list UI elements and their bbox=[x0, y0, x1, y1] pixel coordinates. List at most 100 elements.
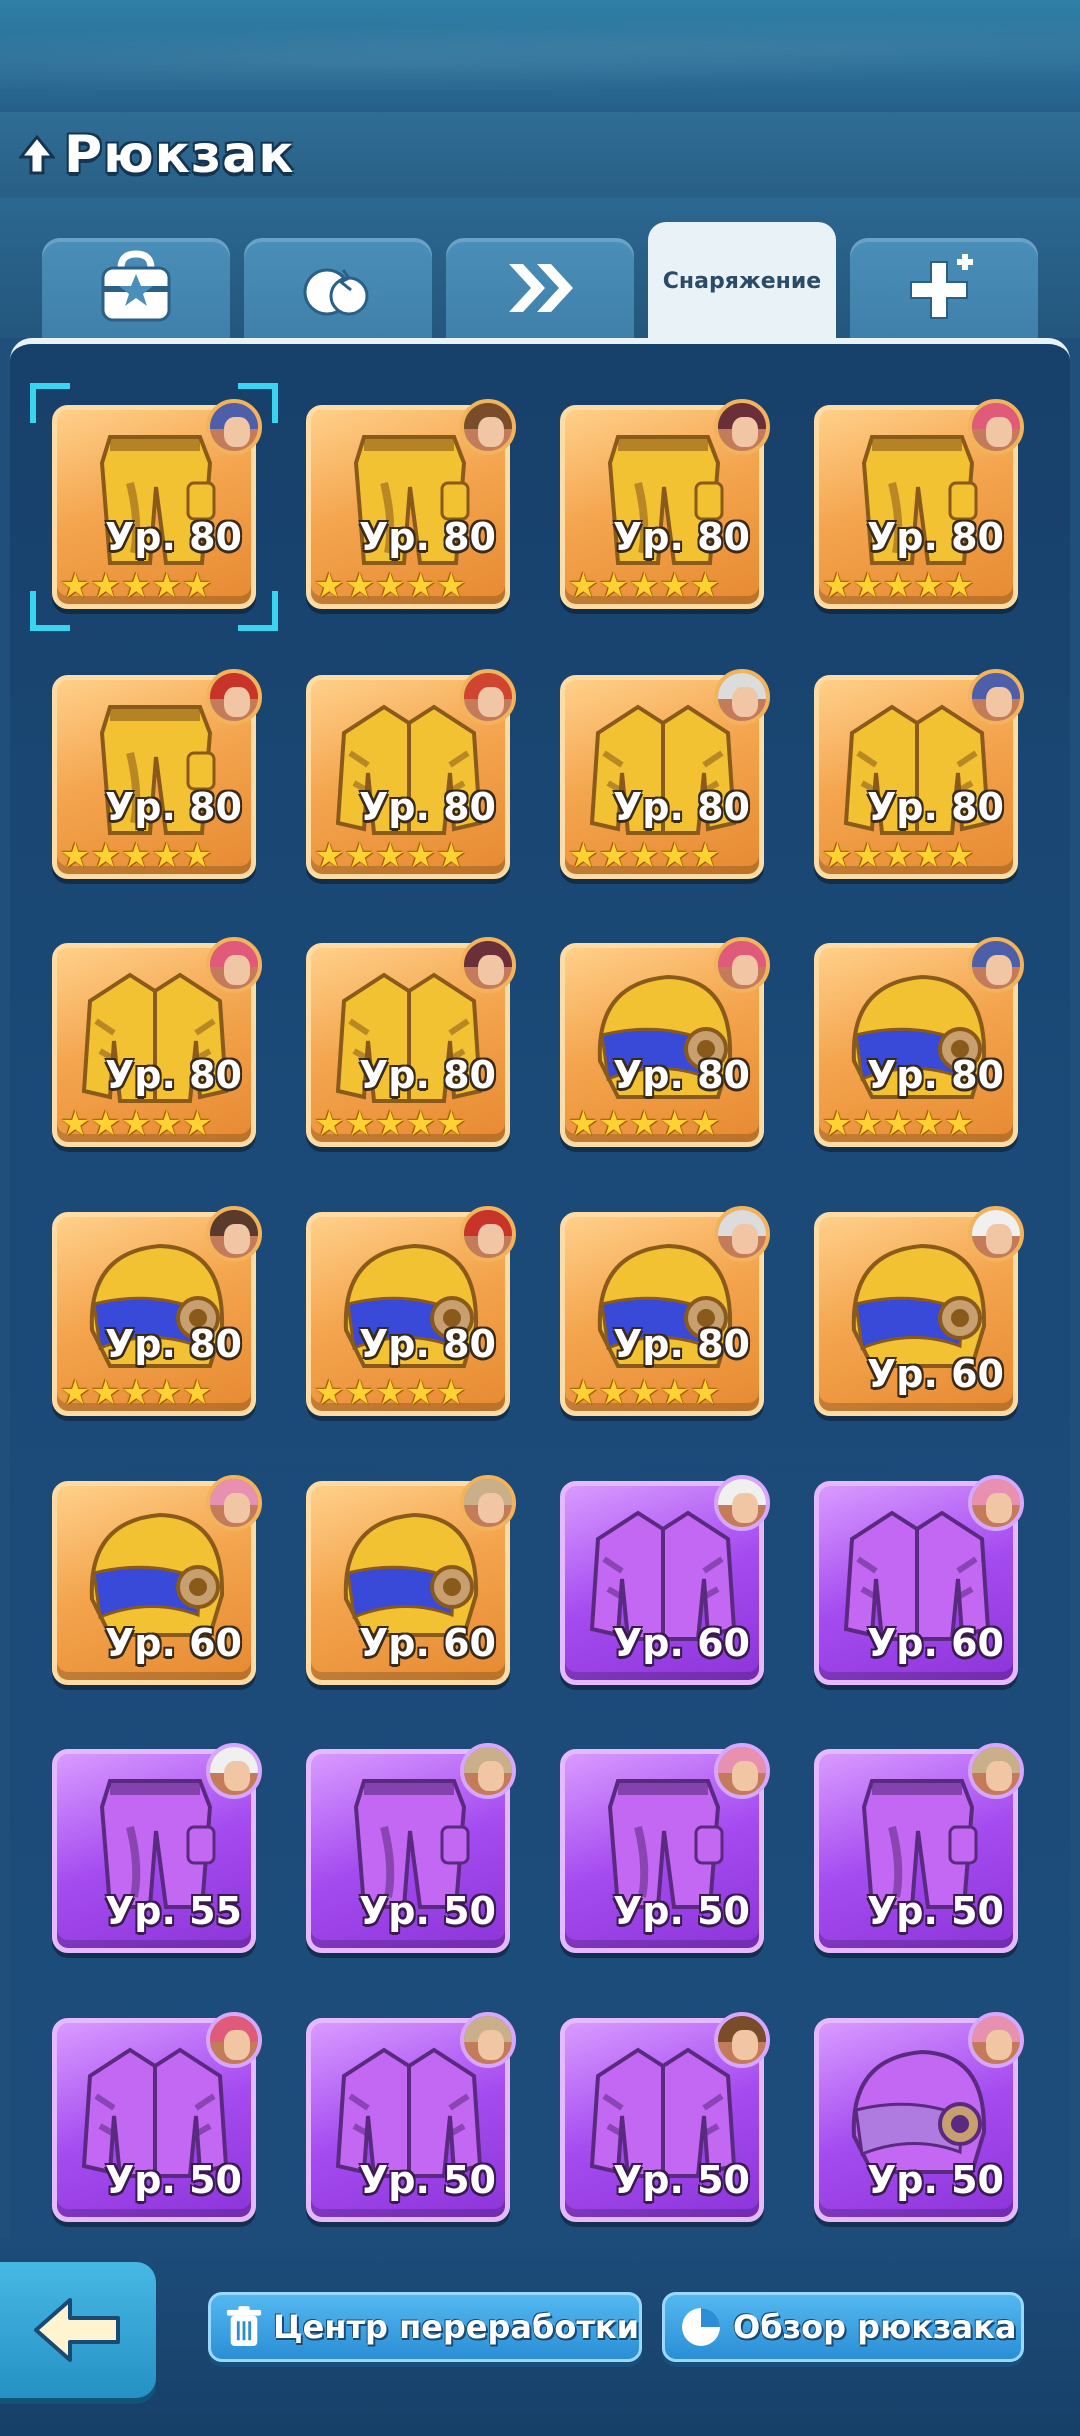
star-rating: ★ ★ ★ ★ ★ bbox=[568, 569, 720, 603]
star-icon: ★ bbox=[659, 1373, 690, 1413]
star-icon: ★ bbox=[882, 836, 914, 876]
star-icon: ★ bbox=[314, 836, 345, 876]
inventory-item-jacket[interactable]: Ур. 60 bbox=[814, 1475, 1024, 1685]
star-icon: ★ bbox=[659, 1104, 690, 1144]
item-level: Ур. 80 bbox=[358, 785, 496, 829]
item-level: Ур. 80 bbox=[104, 1322, 242, 1366]
inventory-item-pants[interactable]: Ур. 50 bbox=[814, 1743, 1024, 1953]
star-icon: ★ bbox=[344, 1373, 375, 1413]
recycle-center-button[interactable]: Центр переработки bbox=[208, 2292, 642, 2362]
tab-bag[interactable] bbox=[42, 238, 230, 338]
hero-avatar bbox=[206, 1475, 262, 1531]
star-icon: ★ bbox=[120, 566, 152, 606]
top-background bbox=[0, 0, 1080, 112]
potions-icon bbox=[303, 268, 369, 316]
item-level: Ур. 80 bbox=[612, 515, 750, 559]
item-level: Ур. 50 bbox=[866, 2158, 1004, 2202]
star-icon: ★ bbox=[435, 1104, 467, 1144]
tab-equipment[interactable]: Снаряжение bbox=[648, 222, 836, 340]
inventory-item-pants[interactable]: Ур. 80 ★ ★ ★ ★ ★ bbox=[52, 669, 262, 879]
star-icon: ★ bbox=[374, 1104, 406, 1144]
star-icon: ★ bbox=[598, 566, 629, 606]
inventory-item-jacket[interactable]: Ур. 50 bbox=[52, 2012, 262, 2222]
star-icon: ★ bbox=[852, 1104, 883, 1144]
item-level: Ур. 50 bbox=[358, 2158, 496, 2202]
star-icon: ★ bbox=[822, 836, 853, 876]
star-icon: ★ bbox=[120, 1373, 152, 1413]
tree-up-icon[interactable] bbox=[16, 134, 58, 176]
star-icon: ★ bbox=[913, 1104, 944, 1144]
inventory-item-helmet[interactable]: Ур. 60 bbox=[306, 1475, 516, 1685]
star-icon: ★ bbox=[568, 1373, 599, 1413]
star-icon: ★ bbox=[374, 1373, 406, 1413]
star-icon: ★ bbox=[435, 566, 467, 606]
star-rating: ★ ★ ★ ★ ★ bbox=[314, 1107, 466, 1141]
backpack-overview-button[interactable]: Обзор рюкзака bbox=[662, 2292, 1024, 2362]
inventory-item-helmet[interactable]: Ур. 60 bbox=[52, 1475, 262, 1685]
star-icon: ★ bbox=[913, 836, 944, 876]
star-icon: ★ bbox=[628, 1104, 660, 1144]
item-level: Ур. 80 bbox=[612, 1053, 750, 1097]
star-icon: ★ bbox=[374, 836, 406, 876]
tab-upgrade[interactable] bbox=[446, 238, 634, 338]
star-icon: ★ bbox=[598, 1373, 629, 1413]
star-rating: ★ ★ ★ ★ ★ bbox=[60, 839, 212, 873]
star-icon: ★ bbox=[374, 566, 406, 606]
inventory-item-jacket[interactable]: Ур. 80 ★ ★ ★ ★ ★ bbox=[560, 669, 770, 879]
star-icon: ★ bbox=[598, 836, 629, 876]
inventory-item-helmet[interactable]: Ур. 80 ★ ★ ★ ★ ★ bbox=[52, 1206, 262, 1416]
star-icon: ★ bbox=[90, 836, 121, 876]
inventory-item-jacket[interactable]: Ур. 50 bbox=[560, 2012, 770, 2222]
inventory-item-helmet[interactable]: Ур. 50 bbox=[814, 2012, 1024, 2222]
hero-avatar bbox=[714, 399, 770, 455]
inventory-item-jacket[interactable]: Ур. 80 ★ ★ ★ ★ ★ bbox=[306, 937, 516, 1147]
inventory-item-helmet[interactable]: Ур. 80 ★ ★ ★ ★ ★ bbox=[306, 1206, 516, 1416]
star-icon: ★ bbox=[344, 836, 375, 876]
star-icon: ★ bbox=[344, 1104, 375, 1144]
inventory-item-pants[interactable]: Ур. 80 ★ ★ ★ ★ ★ bbox=[560, 399, 770, 609]
star-icon: ★ bbox=[151, 1104, 182, 1144]
back-button[interactable] bbox=[0, 2262, 156, 2398]
star-icon: ★ bbox=[689, 566, 721, 606]
inventory-item-jacket[interactable]: Ур. 80 ★ ★ ★ ★ ★ bbox=[814, 669, 1024, 879]
star-icon: ★ bbox=[852, 566, 883, 606]
item-level: Ур. 60 bbox=[612, 1621, 750, 1665]
inventory-item-jacket[interactable]: Ур. 50 bbox=[306, 2012, 516, 2222]
item-level: Ур. 80 bbox=[866, 1053, 1004, 1097]
tab-misc[interactable] bbox=[850, 238, 1038, 338]
hero-avatar bbox=[460, 1206, 516, 1262]
hero-avatar bbox=[460, 399, 516, 455]
inventory-item-jacket[interactable]: Ур. 60 bbox=[560, 1475, 770, 1685]
selection-corner bbox=[30, 591, 70, 631]
inventory-item-jacket[interactable]: Ур. 80 ★ ★ ★ ★ ★ bbox=[306, 669, 516, 879]
star-icon: ★ bbox=[405, 566, 436, 606]
star-rating: ★ ★ ★ ★ ★ bbox=[60, 1376, 212, 1410]
hero-avatar bbox=[714, 1206, 770, 1262]
inventory-item-pants[interactable]: Ур. 55 bbox=[52, 1743, 262, 1953]
inventory-item-helmet[interactable]: Ур. 80 ★ ★ ★ ★ ★ bbox=[814, 937, 1024, 1147]
inventory-item-pants[interactable]: Ур. 50 bbox=[560, 1743, 770, 1953]
star-icon: ★ bbox=[628, 566, 660, 606]
star-icon: ★ bbox=[120, 836, 152, 876]
inventory-item-helmet[interactable]: Ур. 80 ★ ★ ★ ★ ★ bbox=[560, 1206, 770, 1416]
inventory-item-helmet[interactable]: Ур. 60 bbox=[814, 1206, 1024, 1416]
star-icon: ★ bbox=[943, 1104, 975, 1144]
inventory-item-jacket[interactable]: Ур. 80 ★ ★ ★ ★ ★ bbox=[52, 937, 262, 1147]
star-icon: ★ bbox=[151, 1373, 182, 1413]
hero-avatar bbox=[206, 937, 262, 993]
hero-avatar bbox=[714, 1743, 770, 1799]
inventory-item-pants[interactable]: Ур. 50 bbox=[306, 1743, 516, 1953]
tab-potions[interactable] bbox=[244, 238, 432, 338]
item-level: Ур. 80 bbox=[866, 515, 1004, 559]
inventory-item-helmet[interactable]: Ур. 80 ★ ★ ★ ★ ★ bbox=[560, 937, 770, 1147]
star-icon: ★ bbox=[181, 1373, 213, 1413]
inventory-item-pants[interactable]: Ур. 80 ★ ★ ★ ★ ★ bbox=[52, 399, 262, 609]
star-rating: ★ ★ ★ ★ ★ bbox=[568, 1376, 720, 1410]
item-level: Ур. 80 bbox=[358, 515, 496, 559]
inventory-item-pants[interactable]: Ур. 80 ★ ★ ★ ★ ★ bbox=[306, 399, 516, 609]
star-icon: ★ bbox=[181, 1104, 213, 1144]
item-level: Ур. 80 bbox=[612, 1322, 750, 1366]
trash-icon bbox=[226, 2306, 262, 2346]
inventory-item-pants[interactable]: Ур. 80 ★ ★ ★ ★ ★ bbox=[814, 399, 1024, 609]
star-icon: ★ bbox=[659, 836, 690, 876]
